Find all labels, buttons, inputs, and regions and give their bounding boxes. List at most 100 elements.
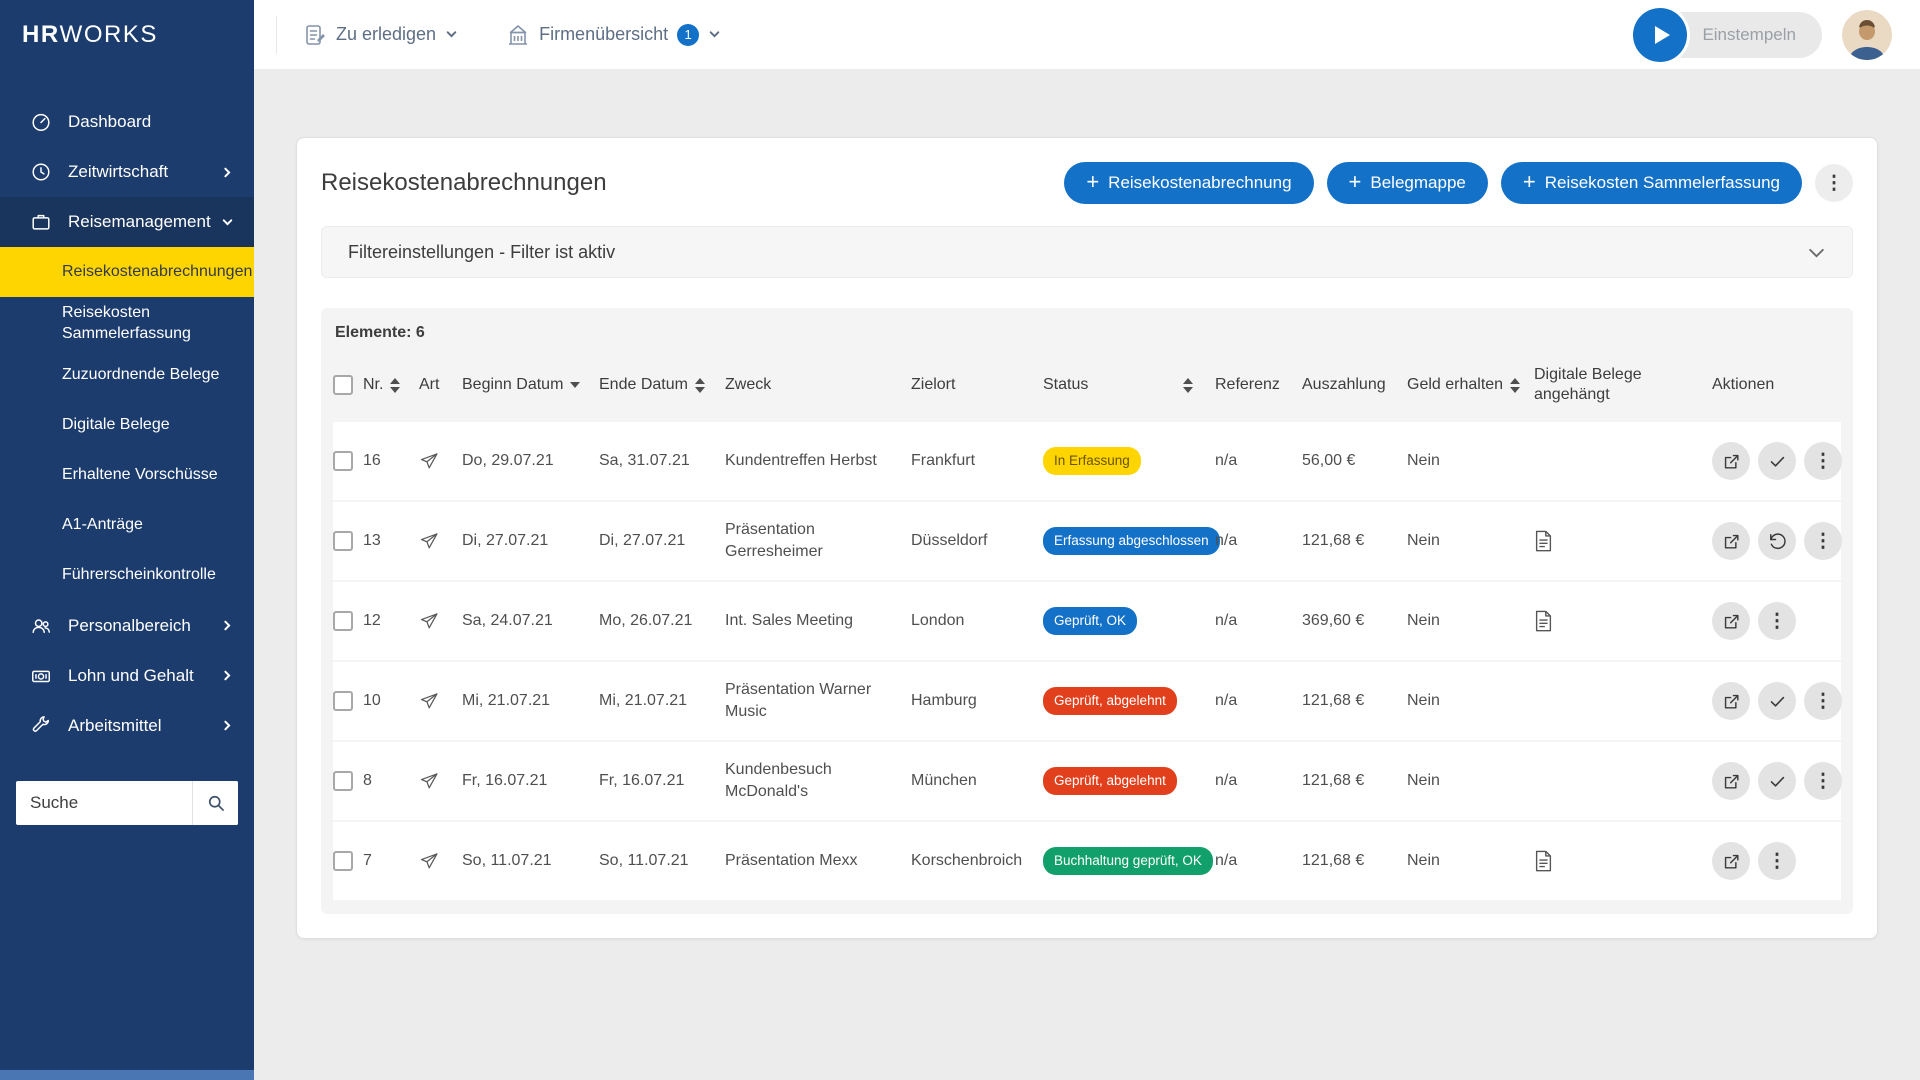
destination: München [911,772,977,790]
todo-dropdown[interactable]: Zu erledigen [303,23,458,47]
sidebar-subitem-digitale-belege[interactable]: Digitale Belege [0,401,254,451]
row-checkbox[interactable] [333,451,353,471]
sidebar-item-dashboard[interactable]: Dashboard [0,97,254,147]
sidebar-subitem-zuzuordnende-belege[interactable]: Zuzuordnende Belege [0,351,254,401]
open-report-button[interactable] [1712,842,1750,880]
destination: Düsseldorf [911,532,988,550]
open-report-button[interactable] [1712,762,1750,800]
column-header-ende-datum[interactable]: Ende Datum [599,375,725,395]
users-icon [30,615,52,637]
chevron-down-icon[interactable] [1807,246,1826,259]
sidebar-item-label: Personalbereich [68,615,191,635]
column-header-geld-erhalten[interactable]: Geld erhalten [1407,375,1534,395]
chevron-right-icon [221,166,234,179]
sidebar-subitem-fuehrerscheinkontrolle[interactable]: Führerscheinkontrolle [0,551,254,601]
sort-icon[interactable] [390,377,401,393]
play-icon[interactable] [1633,7,1688,62]
purpose: Präsentation Warner Music [725,681,872,720]
sidebar-item-reisemanagement[interactable]: Reisemanagement [0,197,254,247]
row-checkbox[interactable] [333,771,353,791]
reopen-button[interactable] [1758,522,1796,560]
row-checkbox[interactable] [333,531,353,551]
reference: n/a [1215,692,1238,710]
header-more-button[interactable]: ⋮ [1815,164,1853,202]
select-all-checkbox[interactable] [333,375,353,395]
column-header-nr[interactable]: Nr. [363,375,419,395]
open-report-button[interactable] [1712,602,1750,640]
company-overview-dropdown[interactable]: Firmenübersicht 1 [506,23,721,47]
user-avatar[interactable] [1842,9,1892,60]
table-header-row: Nr. Art Beginn Datum Ende Datum Zweck Zi… [333,358,1841,422]
begin-date: Fr, 16.07.21 [462,772,548,790]
row-more-button[interactable]: ⋮ [1804,762,1842,800]
row-more-button[interactable]: ⋮ [1804,442,1842,480]
destination: Hamburg [911,692,977,710]
open-report-button[interactable] [1712,522,1750,560]
todo-label: Zu erledigen [336,24,437,44]
dashboard-icon [30,111,52,133]
sidebar-item-lohn-und-gehalt[interactable]: Lohn und Gehalt [0,651,254,701]
paper-plane-icon [419,771,439,791]
filter-panel[interactable]: Filtereinstellungen - Filter ist aktiv [321,226,1853,278]
open-window-icon [1722,452,1741,471]
row-checkbox[interactable] [333,691,353,711]
status-badge: Geprüft, abgelehnt [1043,766,1177,796]
row-checkbox[interactable] [333,851,353,871]
new-receipt-folder-button[interactable]: + Belegmappe [1326,162,1488,204]
topbar-right: Einstempeln [1633,7,1892,62]
new-bulk-entry-button[interactable]: + Reisekosten Sammelerfassung [1500,162,1802,204]
sidebar-item-zeitwirtschaft[interactable]: Zeitwirtschaft [0,147,254,197]
status-cell: Buchhaltung geprüft, OK [1043,846,1215,876]
complete-check-button[interactable] [1758,682,1796,720]
company-count-badge: 1 [677,23,700,46]
sort-icon[interactable] [1510,377,1521,393]
column-label: Status [1043,376,1089,393]
sidebar-subitem-reisekosten-sammelerfassung[interactable]: Reisekosten Sammelerfassung [0,297,254,351]
open-report-button[interactable] [1712,442,1750,480]
row-more-button[interactable]: ⋮ [1758,842,1796,880]
column-label: Auszahlung [1302,376,1386,393]
search-button[interactable] [192,780,238,825]
sort-icon[interactable] [694,377,705,393]
column-header-beginn-datum[interactable]: Beginn Datum [462,375,599,395]
complete-check-button[interactable] [1758,762,1796,800]
sidebar-item-arbeitsmittel[interactable]: Arbeitsmittel [0,701,254,751]
column-header-status[interactable]: Status [1043,375,1215,395]
end-date: Sa, 31.07.21 [599,452,690,470]
chevron-down-icon [221,216,234,229]
end-date: Mo, 26.07.21 [599,612,693,630]
begin-date: Do, 29.07.21 [462,452,554,470]
sidebar-subitem-a1-antraege[interactable]: A1-Anträge [0,501,254,551]
clock-in-button[interactable]: Einstempeln [1633,7,1822,62]
open-report-button[interactable] [1712,682,1750,720]
row-number: 10 [363,692,381,710]
search-input[interactable] [16,780,192,825]
row-more-button[interactable]: ⋮ [1804,682,1842,720]
sidebar-item-personalbereich[interactable]: Personalbereich [0,601,254,651]
row-actions: ⋮ [1712,522,1852,560]
document-icon [1534,530,1553,552]
button-label: Reisekosten Sammelerfassung [1544,173,1780,192]
table-row: 12 Sa, 24.07.21 Mo, 26.07.21 Int. Sales Mee… [333,582,1841,660]
topbar-divider [276,15,277,54]
complete-check-button[interactable] [1758,442,1796,480]
sidebar-subitem-reisekostenabrechnungen[interactable]: Reisekostenabrechnungen [0,247,254,297]
row-number: 13 [363,532,381,550]
new-travel-expense-button[interactable]: + Reisekostenabrechnung [1064,162,1314,204]
sort-desc-icon[interactable] [570,382,581,388]
status-badge: Geprüft, abgelehnt [1043,686,1177,716]
row-more-button[interactable]: ⋮ [1758,602,1796,640]
row-more-button[interactable]: ⋮ [1804,522,1842,560]
sort-icon[interactable] [1183,377,1193,393]
reference: n/a [1215,772,1238,790]
brand-logo: HR WORKS [0,0,254,69]
row-checkbox[interactable] [333,611,353,631]
sidebar-subitem-erhaltene-vorschuesse[interactable]: Erhaltene Vorschüsse [0,451,254,501]
destination: Korschenbroich [911,852,1023,870]
open-window-icon [1722,612,1741,631]
reference: n/a [1215,532,1238,550]
table-row: 16 Do, 29.07.21 Sa, 31.07.21 Kundentreffen … [333,422,1842,500]
open-window-icon [1722,692,1741,711]
money-received: Nein [1407,532,1440,550]
reference: n/a [1215,452,1238,470]
